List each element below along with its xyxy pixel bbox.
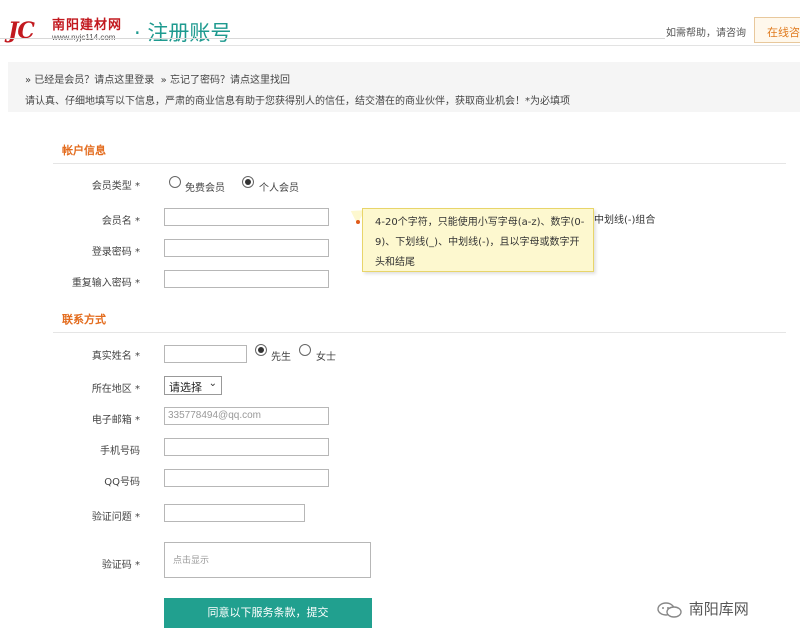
account-section-title: 帐户信息	[62, 144, 106, 157]
member-type-free-label: 免费会员	[185, 183, 225, 194]
contact-section-title: 联系方式	[62, 313, 106, 326]
member-type-personal-label: 个人会员	[259, 183, 299, 194]
password-input[interactable]	[164, 239, 329, 257]
notice-description: 请认真、仔细地填写以下信息，严肃的商业信息有助于您获得别人的信任，结交潜在的商业…	[25, 96, 570, 107]
notice-links: » 已经是会员？请点这里登录 » 忘记了密码？请点这里找回	[25, 71, 290, 86]
login-link[interactable]: » 已经是会员？请点这里登录	[25, 75, 154, 86]
wechat-icon	[657, 601, 682, 618]
real-name-input[interactable]	[164, 345, 247, 363]
section-divider	[53, 163, 786, 164]
region-select-value: 请选择	[169, 381, 202, 394]
username-input[interactable]	[164, 208, 329, 226]
forgot-password-link[interactable]: » 忘记了密码？请点这里找回	[161, 75, 290, 86]
header: JC 南阳建材网 www.nyjc114.com · 注册账号 如需帮助，请咨询…	[0, 0, 800, 46]
member-type-free-radio[interactable]	[169, 176, 181, 188]
region-label: 所在地区 *	[91, 384, 140, 395]
logo-name[interactable]: 南阳建材网	[52, 14, 122, 33]
section-divider	[53, 332, 786, 333]
email-label: 电子邮箱 *	[91, 415, 140, 426]
password-repeat-label: 重复输入密码 *	[71, 278, 140, 289]
gender-female-radio[interactable]	[299, 344, 311, 356]
email-input[interactable]: 335778494@qq.com	[164, 407, 329, 425]
online-consult-button[interactable]: 在线咨	[754, 17, 800, 43]
gender-male-label: 先生	[271, 352, 291, 363]
notice-box: » 已经是会员？请点这里登录 » 忘记了密码？请点这里找回 请认真、仔细地填写以…	[8, 62, 800, 112]
real-name-label: 真实姓名 *	[91, 351, 140, 362]
password-repeat-input[interactable]	[164, 270, 329, 288]
username-tooltip: 4-20个字符，只能使用小写字母(a-z)、数字(0-9)、下划线(_)、中划线…	[362, 208, 594, 272]
captcha-input[interactable]: 点击显示	[164, 542, 371, 578]
username-hint-partial: 中划线(-)组合	[594, 215, 656, 226]
password-label: 登录密码 *	[91, 247, 140, 258]
phone-label: 手机号码	[100, 446, 140, 457]
captcha-label: 验证码 *	[101, 560, 140, 571]
qq-label: QQ号码	[104, 477, 140, 488]
question-label: 验证问题 *	[91, 512, 140, 523]
watermark: 南阳库网	[656, 598, 749, 619]
header-divider	[0, 38, 665, 39]
chevron-down-icon: ⌄	[208, 378, 217, 389]
logo-mark[interactable]: JC	[8, 18, 35, 44]
member-type-personal-radio[interactable]	[242, 176, 254, 188]
phone-input[interactable]	[164, 438, 329, 456]
tooltip-bullet-icon	[356, 220, 360, 224]
submit-button[interactable]: 同意以下服务条款，提交	[164, 598, 372, 628]
region-select[interactable]: 请选择 ⌄	[164, 376, 222, 395]
gender-female-label: 女士	[316, 352, 336, 363]
watermark-text: 南阳库网	[688, 600, 749, 618]
question-input[interactable]	[164, 504, 305, 522]
help-text: 如需帮助，请咨询	[666, 28, 746, 39]
page-title: · 注册账号	[134, 21, 232, 45]
member-type-label: 会员类型 *	[91, 181, 140, 192]
username-label: 会员名 *	[101, 216, 140, 227]
qq-input[interactable]	[164, 469, 329, 487]
gender-male-radio[interactable]	[255, 344, 267, 356]
